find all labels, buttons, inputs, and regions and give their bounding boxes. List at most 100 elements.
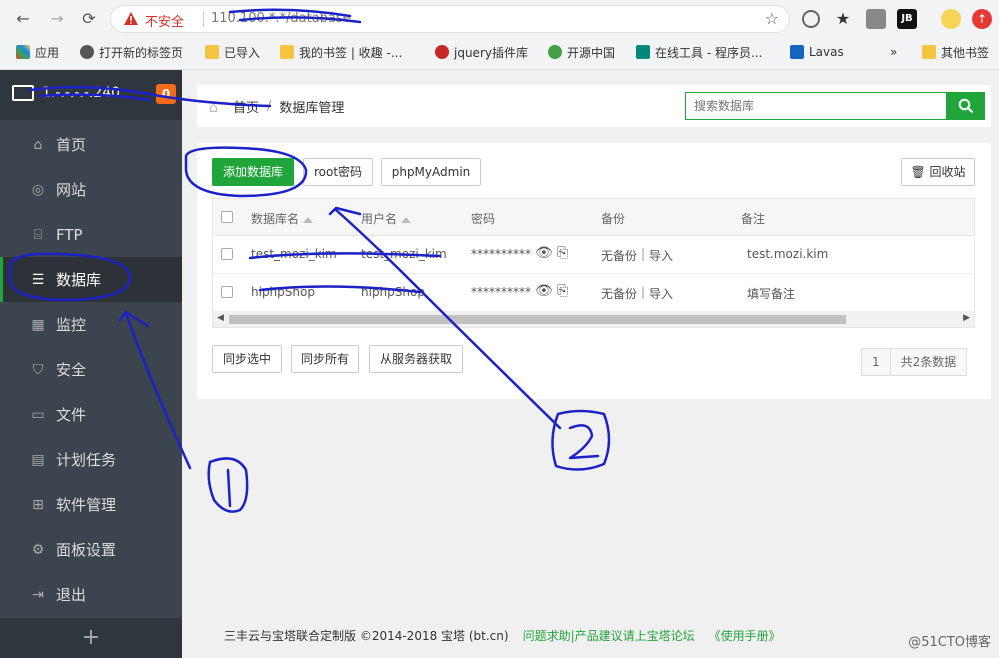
reload-icon[interactable]: ⟳ — [78, 8, 100, 30]
puzzle-extension-icon[interactable] — [866, 9, 886, 29]
sidebar-item-ftp[interactable]: ⌸ FTP — [0, 212, 182, 257]
sort-icon — [303, 216, 314, 223]
header-db-name[interactable]: 数据库名 — [251, 210, 314, 227]
copy-icon[interactable]: ⎘ — [557, 283, 568, 299]
sidebar-add-button[interactable]: + — [0, 618, 182, 658]
scroll-thumb[interactable] — [229, 315, 846, 324]
backup-link[interactable]: 无备份 — [601, 285, 637, 302]
bookmark-newtab[interactable]: 打开新的标签页 — [80, 43, 183, 61]
avatar[interactable] — [941, 9, 961, 29]
db-name[interactable]: test_mozi_kim — [251, 247, 337, 261]
folder-icon — [205, 45, 219, 59]
sync-selected-button[interactable]: 同步选中 — [212, 345, 282, 373]
select-all-checkbox[interactable] — [221, 211, 233, 223]
sync-all-button[interactable]: 同步所有 — [291, 345, 359, 373]
bookmark-imported[interactable]: 已导入 — [205, 43, 260, 61]
gear-icon: ⚙ — [31, 541, 45, 558]
db-user: test_mozi_kim — [361, 247, 447, 261]
sidebar-header: 1.-.-.-.-.240 0 — [0, 70, 182, 120]
database-icon: ☰ — [31, 271, 45, 288]
forward-icon[interactable]: → — [46, 8, 68, 30]
search-box — [685, 92, 947, 120]
star-extension-icon[interactable]: ★ — [833, 9, 853, 29]
header-username[interactable]: 用户名 — [361, 210, 412, 227]
globe-icon: ◎ — [31, 181, 45, 198]
insecure-label: 不安全 — [145, 15, 185, 30]
jquery-icon — [435, 45, 449, 59]
recycle-bin-button[interactable]: 🗑 回收站 — [901, 158, 975, 186]
bookmarks-bar: 应用 打开新的标签页 已导入 我的书签 | 收趣 -... jquery插件库 … — [0, 38, 999, 66]
copy-icon[interactable]: ⎘ — [557, 245, 568, 261]
db-note[interactable]: 填写备注 — [747, 285, 795, 302]
grid-icon: ⊞ — [32, 496, 44, 513]
scroll-left-icon[interactable]: ◀ — [217, 313, 224, 323]
lavas-icon — [790, 45, 804, 59]
db-name[interactable]: hiphpShop — [251, 285, 315, 299]
phpmyadmin-button[interactable]: phpMyAdmin — [381, 158, 481, 186]
address-bar[interactable]: 不安全 110.100.*.*/database ☆ — [110, 5, 790, 33]
header-password: 密码 — [471, 212, 496, 226]
bookmark-apps[interactable]: 应用 — [16, 43, 59, 61]
notification-badge[interactable]: 0 — [156, 84, 176, 104]
extension-icon[interactable] — [802, 10, 820, 28]
sidebar-item-logout[interactable]: ⇥ 退出 — [0, 572, 182, 617]
sidebar: 1.-.-.-.-.240 0 ⌂ 首页 ◎ 网站 ⌸ FTP ☰ 数据库 ▦ 监控 ⛉ 安… — [0, 70, 182, 658]
jetbrains-extension-icon[interactable]: JB — [897, 9, 917, 29]
row-checkbox[interactable] — [221, 286, 233, 298]
bookmark-jquery[interactable]: jquery插件库 — [435, 43, 528, 61]
bookmark-star-icon[interactable]: ☆ — [765, 9, 779, 28]
sidebar-item-cron[interactable]: ▤ 计划任务 — [0, 437, 182, 482]
search-input[interactable] — [686, 93, 946, 119]
sidebar-item-monitor[interactable]: ▦ 监控 — [0, 302, 182, 347]
browser-chrome: ← → ⟳ 不安全 110.100.*.*/database ☆ ★ JB ↑ … — [0, 0, 999, 70]
sync-from-server-button[interactable]: 从服务器获取 — [369, 345, 463, 373]
db-user: hiphpShop — [361, 285, 425, 299]
trash-icon: 🗑 — [910, 165, 926, 179]
bookmark-tools[interactable]: 在线工具 - 程序员... — [636, 43, 762, 61]
back-icon[interactable]: ← — [12, 8, 34, 30]
page-number[interactable]: 1 — [862, 349, 890, 375]
horizontal-scrollbar[interactable]: ◀ ▶ — [213, 312, 974, 327]
sidebar-item-files[interactable]: ▭ 文件 — [0, 392, 182, 437]
eye-icon[interactable]: 👁 — [535, 283, 553, 299]
sidebar-item-security[interactable]: ⛉ 安全 — [0, 347, 182, 392]
pagination: 1 共2条数据 — [861, 348, 968, 376]
search-button[interactable] — [947, 92, 985, 120]
footer-forum-link[interactable]: 问题求助|产品建议请上宝塔论坛 — [523, 627, 695, 644]
add-database-button[interactable]: 添加数据库 — [212, 158, 294, 186]
folder-icon — [280, 45, 294, 59]
folder-icon — [922, 45, 936, 59]
sidebar-item-settings[interactable]: ⚙ 面板设置 — [0, 527, 182, 572]
sidebar-item-database[interactable]: ☰ 数据库 — [0, 257, 182, 302]
footer-copyright: 三丰云与宝塔联合定制版 ©2014-2018 宝塔 (bt.cn) — [224, 629, 509, 643]
page-total: 共2条数据 — [889, 349, 967, 375]
footer-manual-link[interactable]: 《使用手册》 — [709, 627, 781, 644]
eye-icon[interactable]: 👁 — [535, 245, 553, 261]
bookmark-more[interactable]: » — [890, 43, 897, 61]
calendar-icon: ▤ — [31, 451, 45, 468]
crumb-home[interactable]: 首页 — [233, 97, 259, 116]
watermark: @51CTO博客 — [908, 635, 991, 650]
row-checkbox[interactable] — [221, 248, 233, 260]
sidebar-item-software[interactable]: ⊞ 软件管理 — [0, 482, 182, 527]
oschina-icon — [548, 45, 562, 59]
bookmark-other[interactable]: 其他书签 — [922, 43, 989, 61]
shield-icon: ⛉ — [32, 361, 44, 378]
bookmark-mybookmarks[interactable]: 我的书签 | 收趣 -... — [280, 43, 402, 61]
sidebar-item-website[interactable]: ◎ 网站 — [0, 167, 182, 212]
root-password-button[interactable]: root密码 — [303, 158, 373, 186]
bookmark-lavas[interactable]: Lavas — [790, 43, 844, 61]
header-backup: 备份 — [601, 212, 626, 226]
sidebar-item-home[interactable]: ⌂ 首页 — [0, 122, 182, 167]
import-link[interactable]: 导入 — [649, 247, 673, 264]
url-text: 110.100.*.*/database — [211, 11, 351, 26]
db-password: ********** — [471, 285, 531, 299]
db-note[interactable]: test.mozi.kim — [747, 247, 828, 261]
table-header: 数据库名 用户名 密码 备份 备注 — [213, 199, 974, 236]
update-icon[interactable]: ↑ — [972, 9, 992, 29]
bookmark-oschina[interactable]: 开源中国 — [548, 43, 615, 61]
import-link[interactable]: 导入 — [649, 285, 673, 302]
scroll-right-icon[interactable]: ▶ — [963, 313, 970, 323]
footer: 三丰云与宝塔联合定制版 ©2014-2018 宝塔 (bt.cn) 问题求助|产… — [182, 613, 999, 658]
backup-link[interactable]: 无备份 — [601, 247, 637, 264]
